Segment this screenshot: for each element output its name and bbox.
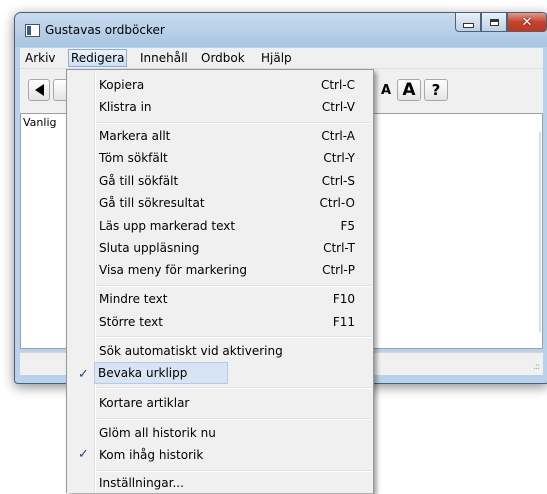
shortcut-label: Ctrl-A (321, 129, 355, 143)
menu-item-ga-till-sokfalt[interactable]: Gå till sökfält Ctrl-S (69, 170, 371, 192)
resize-grip-icon[interactable]: .:: (533, 362, 540, 372)
minimize-icon (462, 22, 474, 28)
close-icon: ✕ (521, 14, 533, 30)
menu-item-sluta-upplasning[interactable]: Sluta uppläsning Ctrl-T (69, 237, 371, 259)
menu-item-klistra-in[interactable]: Klistra in Ctrl-V (69, 96, 371, 118)
shortcut-label: Ctrl-O (319, 196, 355, 210)
back-button[interactable] (28, 79, 50, 101)
checkmark-icon: ✓ (78, 447, 89, 462)
menu-hjalp[interactable]: Hjälp (258, 50, 295, 66)
menu-item-las-upp[interactable]: Läs upp markerad text F5 (69, 215, 371, 237)
menu-innehall[interactable]: Innehåll (137, 50, 191, 66)
smaller-text-button[interactable]: A (375, 79, 397, 101)
shortcut-label: F10 (332, 292, 355, 306)
menu-item-glom-historik[interactable]: Glöm all historik nu (69, 422, 371, 444)
menu-item-kopiera[interactable]: Kopiera Ctrl-C (69, 74, 371, 96)
shortcut-label: Ctrl-C (320, 78, 355, 92)
menu-redigera[interactable]: Redigera (68, 49, 128, 67)
shortcut-label: Ctrl-P (322, 263, 355, 277)
checkmark-icon: ✓ (78, 367, 89, 382)
shortcut-label: F11 (332, 315, 355, 329)
forward-button[interactable] (53, 79, 67, 101)
close-button[interactable]: ✕ (507, 13, 547, 32)
maximize-button[interactable] (481, 13, 507, 32)
menu-item-kortare-artiklar[interactable]: Kortare artiklar (69, 392, 371, 414)
shortcut-label: Ctrl-T (323, 241, 355, 255)
menu-item-markera-allt[interactable]: Markera allt Ctrl-A (69, 125, 371, 147)
maximize-icon (489, 18, 499, 26)
app-icon (25, 24, 40, 37)
shortcut-label: Ctrl-V (321, 100, 355, 114)
menu-separator (97, 418, 371, 420)
shortcut-label: F5 (340, 219, 355, 233)
menu-item-sok-automatiskt[interactable]: Sök automatiskt vid aktivering (69, 340, 371, 362)
menu-separator (97, 285, 371, 287)
shortcut-label: Ctrl-S (321, 174, 355, 188)
menu-item-installningar[interactable]: Inställningar... (69, 472, 371, 494)
title-bar[interactable]: Gustavas ordböcker ✕ (15, 13, 547, 47)
menu-item-kom-ihag-historik[interactable]: ✓ Kom ihåg historik (69, 444, 371, 466)
menu-separator (97, 336, 371, 338)
menu-item-tom-sokfalt[interactable]: Töm sökfält Ctrl-Y (69, 147, 371, 169)
menu-ordbok[interactable]: Ordbok (198, 50, 248, 66)
back-arrow-icon (34, 84, 44, 96)
window-title: Gustavas ordböcker (45, 23, 165, 37)
minimize-button[interactable] (455, 13, 481, 32)
menu-separator (97, 122, 371, 124)
menu-item-bevaka-urklipp[interactable]: Bevaka urklipp (94, 362, 228, 384)
menu-arkiv[interactable]: Arkiv (22, 50, 59, 66)
shortcut-label: Ctrl-Y (323, 151, 355, 165)
larger-text-button[interactable]: A (397, 79, 421, 101)
menu-item-visa-meny[interactable]: Visa meny för markering Ctrl-P (69, 259, 371, 281)
scrollbar[interactable] (539, 132, 541, 332)
redigera-dropdown-menu: Kopiera Ctrl-C Klistra in Ctrl-V Markera… (66, 69, 374, 493)
list-header: Vanlig (23, 116, 57, 129)
menu-separator (97, 387, 371, 389)
menu-item-ga-till-sokresultat[interactable]: Gå till sökresultat Ctrl-O (69, 192, 371, 214)
menu-bar: Arkiv Redigera Innehåll Ordbok Hjälp (20, 48, 543, 69)
help-button[interactable]: ? (424, 79, 448, 101)
menu-item-storre-text[interactable]: Större text F11 (69, 311, 371, 333)
menu-item-mindre-text[interactable]: Mindre text F10 (69, 288, 371, 310)
